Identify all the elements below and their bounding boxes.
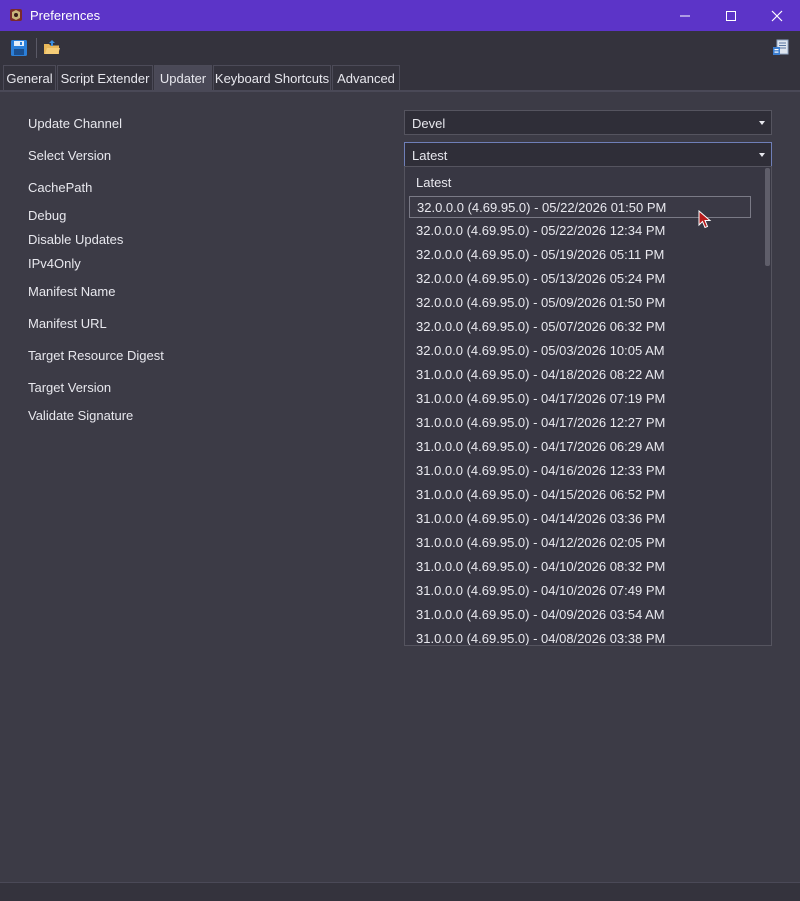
version-option[interactable]: 31.0.0.0 (4.69.95.0) - 04/09/2026 03:54 …: [409, 604, 751, 626]
version-option[interactable]: 31.0.0.0 (4.69.95.0) - 04/17/2026 06:29 …: [409, 436, 751, 458]
tab-advanced[interactable]: Advanced: [332, 65, 400, 90]
app-icon: [10, 9, 22, 21]
version-option[interactable]: 31.0.0.0 (4.69.95.0) - 04/18/2026 08:22 …: [409, 364, 751, 386]
tab-keyboard-shortcuts[interactable]: Keyboard Shortcuts: [213, 65, 331, 90]
version-option[interactable]: 31.0.0.0 (4.69.95.0) - 04/15/2026 06:52 …: [409, 484, 751, 506]
open-folder-button[interactable]: [41, 37, 63, 59]
maximize-icon: [726, 10, 736, 21]
disable-updates-label: Disable Updates: [28, 232, 124, 247]
toolbar: [0, 31, 800, 64]
close-icon: [771, 10, 783, 21]
tab-script-extender[interactable]: Script Extender: [57, 65, 153, 90]
select-version-select[interactable]: Latest: [404, 142, 772, 167]
save-button[interactable]: [8, 37, 30, 59]
debug-label: Debug: [28, 208, 67, 223]
version-option[interactable]: 31.0.0.0 (4.69.95.0) - 04/17/2026 07:19 …: [409, 388, 751, 410]
version-dropdown-list[interactable]: Latest 32.0.0.0 (4.69.95.0) - 05/22/2026 …: [404, 166, 772, 646]
update-channel-select[interactable]: Devel: [404, 110, 772, 135]
version-option[interactable]: 31.0.0.0 (4.69.95.0) - 04/16/2026 12:33 …: [409, 460, 751, 482]
tab-general[interactable]: General: [3, 65, 56, 90]
tab-updater[interactable]: Updater: [154, 65, 212, 90]
update-channel-value: Devel: [412, 116, 446, 131]
validate-signature-label: Validate Signature: [28, 408, 134, 423]
ipv4only-label: IPv4Only: [28, 256, 81, 271]
version-option-latest[interactable]: Latest: [409, 172, 751, 194]
title-bar: Preferences: [0, 0, 800, 31]
update-channel-label: Update Channel: [28, 116, 122, 131]
version-option[interactable]: 31.0.0.0 (4.69.95.0) - 04/14/2026 03:36 …: [409, 508, 751, 530]
select-version-label: Select Version: [28, 148, 112, 163]
minimize-button[interactable]: [662, 0, 708, 31]
scrollbar-thumb[interactable]: [765, 168, 770, 266]
status-bar: [0, 882, 800, 901]
version-option[interactable]: 32.0.0.0 (4.69.95.0) - 05/13/2026 05:24 …: [409, 268, 751, 290]
chevron-down-icon: [759, 121, 765, 125]
mouse-cursor-icon: [698, 210, 712, 229]
target-version-label: Target Version: [28, 380, 112, 395]
tab-strip: General Script Extender Updater Keyboard…: [0, 64, 800, 91]
version-option[interactable]: 32.0.0.0 (4.69.95.0) - 05/09/2026 01:50 …: [409, 292, 751, 314]
document-export-icon: [773, 39, 789, 55]
manifest-name-label: Manifest Name: [28, 284, 116, 299]
minimize-icon: [680, 15, 690, 16]
version-option[interactable]: 31.0.0.0 (4.69.95.0) - 04/10/2026 07:49 …: [409, 580, 751, 602]
chevron-down-icon: [759, 153, 765, 157]
version-option[interactable]: 31.0.0.0 (4.69.95.0) - 04/10/2026 08:32 …: [409, 556, 751, 578]
window-title: Preferences: [30, 8, 101, 23]
save-icon: [11, 40, 27, 56]
toolbar-separator: [36, 38, 37, 58]
document-export-button[interactable]: [770, 37, 792, 59]
cache-path-label: CachePath: [28, 180, 93, 195]
version-option[interactable]: 32.0.0.0 (4.69.95.0) - 05/19/2026 05:11 …: [409, 244, 751, 266]
version-option[interactable]: 31.0.0.0 (4.69.95.0) - 04/17/2026 12:27 …: [409, 412, 751, 434]
open-folder-icon: [44, 40, 60, 54]
version-option[interactable]: 31.0.0.0 (4.69.95.0) - 04/12/2026 02:05 …: [409, 532, 751, 554]
version-option[interactable]: 31.0.0.0 (4.69.95.0) - 04/08/2026 03:38 …: [409, 628, 751, 645]
maximize-button[interactable]: [708, 0, 754, 31]
close-button[interactable]: [754, 0, 800, 31]
dropdown-scrollbar[interactable]: [765, 167, 771, 645]
manifest-url-label: Manifest URL: [28, 316, 107, 331]
select-version-value: Latest: [412, 148, 448, 163]
version-option[interactable]: 32.0.0.0 (4.69.95.0) - 05/03/2026 10:05 …: [409, 340, 751, 362]
target-resource-digest-label: Target Resource Digest: [28, 348, 164, 363]
version-option[interactable]: 32.0.0.0 (4.69.95.0) - 05/07/2026 06:32 …: [409, 316, 751, 338]
